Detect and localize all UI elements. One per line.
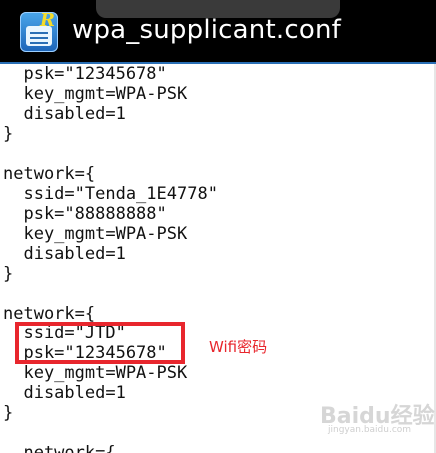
code-line: network={ xyxy=(3,443,116,453)
screen: R wpa_supplicant.conf psk="12345678" key… xyxy=(0,0,436,453)
code-line: psk="88888888" xyxy=(3,204,167,224)
code-line: } xyxy=(3,124,14,144)
code-line: } xyxy=(3,403,14,423)
code-line: key_mgmt=WPA-PSK xyxy=(3,84,188,104)
code-line: disabled=1 xyxy=(3,104,126,124)
code-line: network={ xyxy=(3,164,96,184)
app-icon-line xyxy=(30,32,48,34)
annotation-label: Wifi密码 xyxy=(209,338,268,356)
text-editor[interactable]: psk="12345678" key_mgmt=WPA-PSK disabled… xyxy=(0,64,436,453)
app-icon-badge: R xyxy=(40,12,55,31)
code-line: } xyxy=(3,264,14,284)
code-line: key_mgmt=WPA-PSK xyxy=(3,363,188,383)
editor-app-icon[interactable]: R xyxy=(20,12,58,52)
code-line: disabled=1 xyxy=(3,383,126,403)
app-icon-line xyxy=(30,42,48,44)
watermark-subtext: jingyan.baidu.com xyxy=(328,425,412,435)
window-title: wpa_supplicant.conf xyxy=(72,15,341,45)
code-line: disabled=1 xyxy=(3,244,126,264)
highlight-box xyxy=(15,322,185,364)
status-bar-overlay xyxy=(96,0,340,18)
code-line: network={ xyxy=(3,304,96,324)
code-line: key_mgmt=WPA-PSK xyxy=(3,224,188,244)
app-icon-line xyxy=(30,37,48,39)
code-line: psk="12345678" xyxy=(3,64,167,84)
code-line: ssid="Tenda_1E4778" xyxy=(3,184,218,204)
